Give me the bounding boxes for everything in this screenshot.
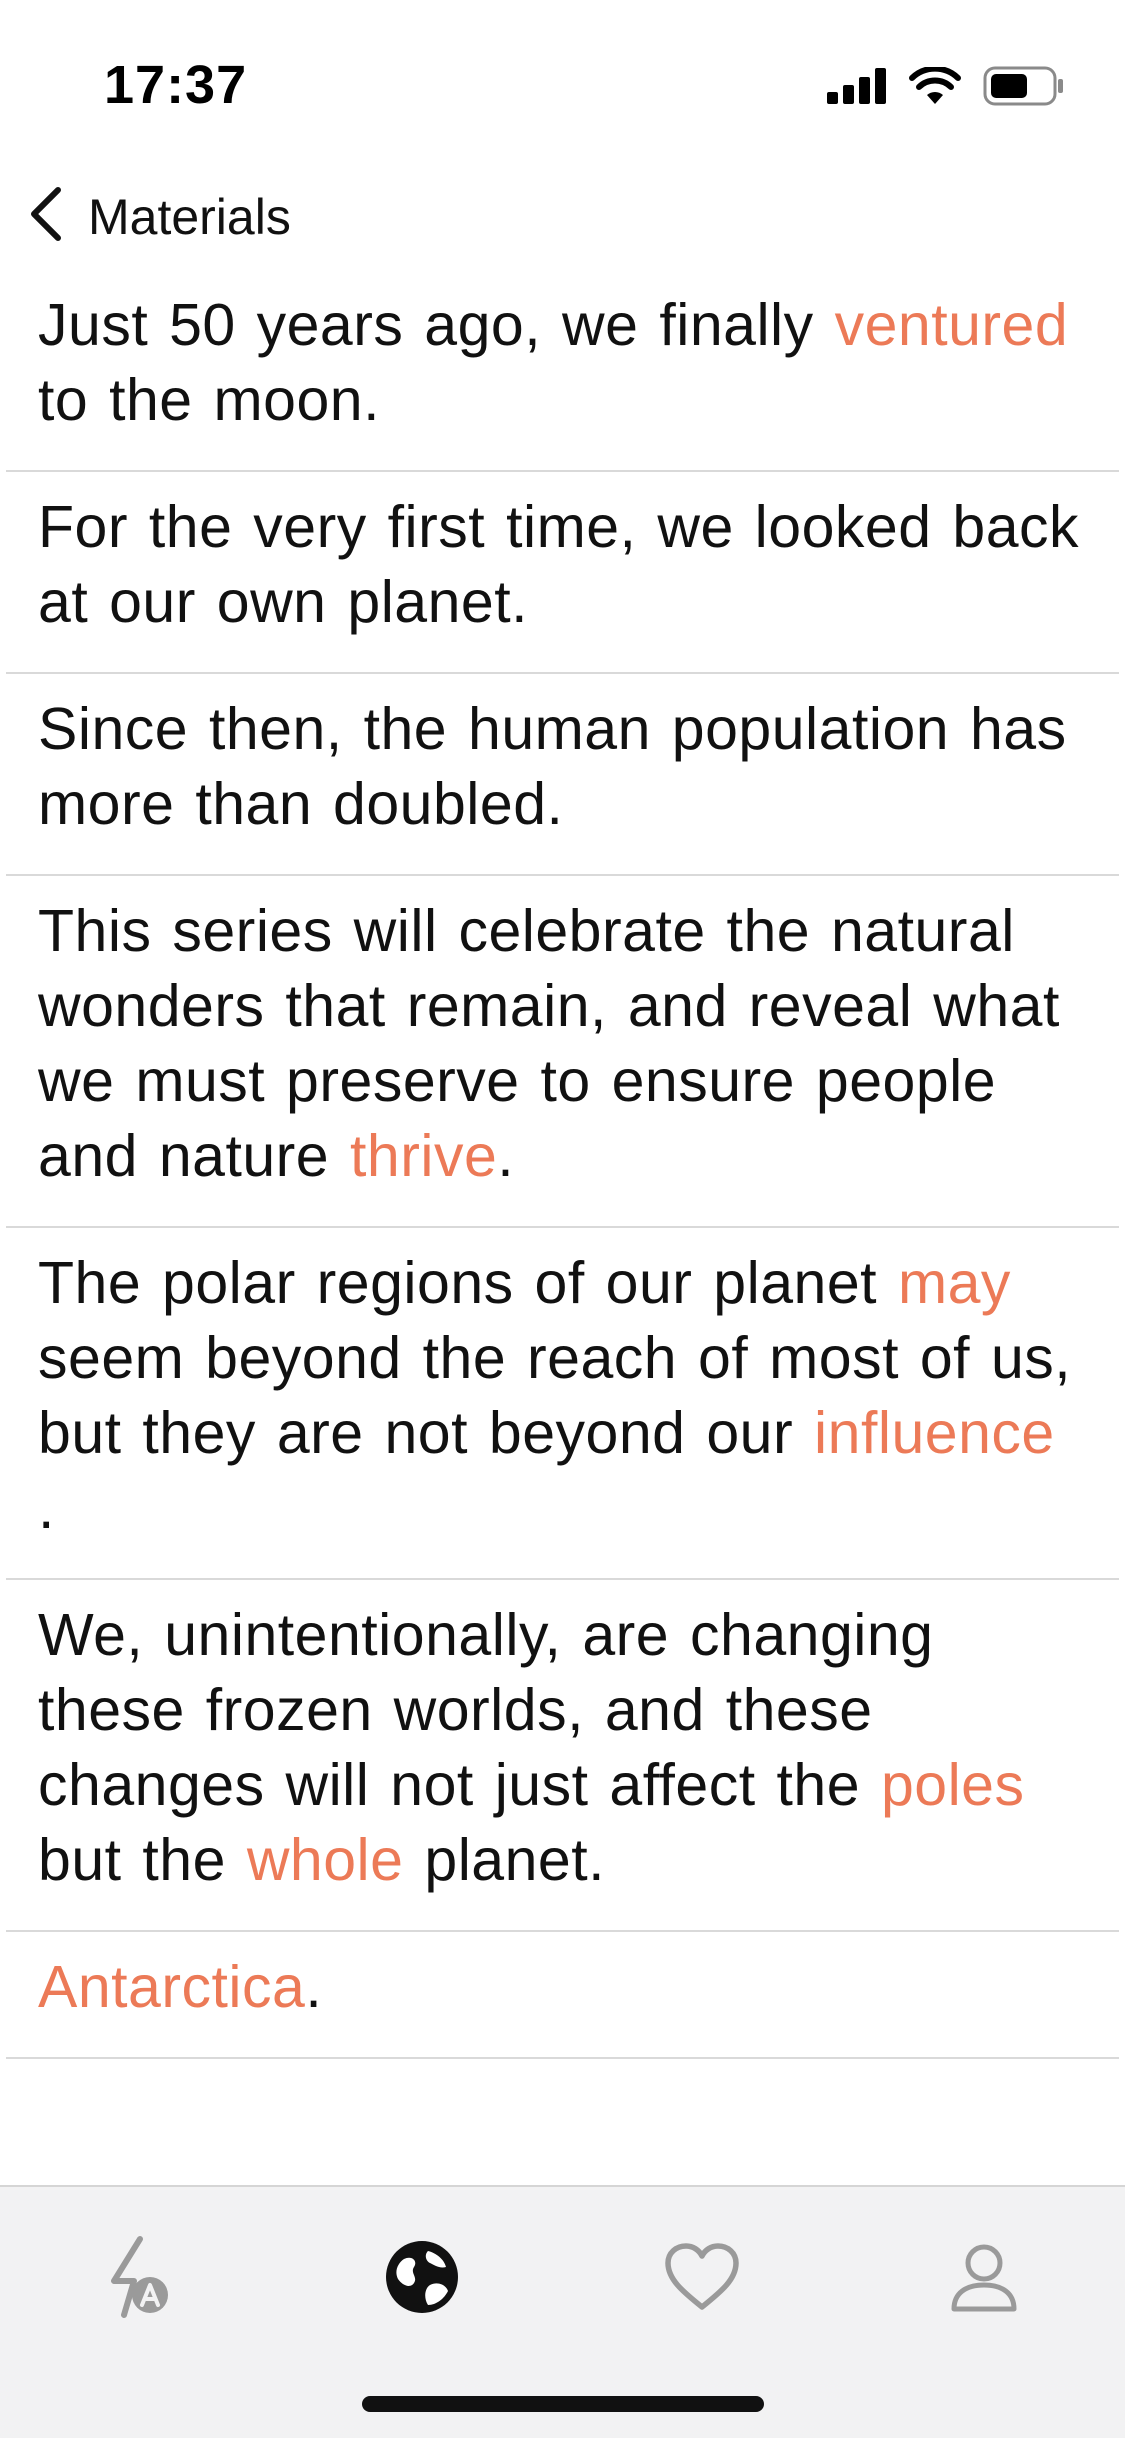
lightning-a-icon	[100, 2235, 180, 2324]
sentence-text: Since then, the human population has mor…	[38, 696, 1067, 837]
chevron-left-icon	[24, 184, 66, 249]
sentence-item[interactable]: Just 50 years ago, we finally ventured t…	[0, 270, 1125, 470]
sentence-item[interactable]: Since then, the human population has mor…	[0, 674, 1125, 874]
sentence-item[interactable]: Antarctica.	[0, 1932, 1125, 2057]
battery-icon	[983, 66, 1065, 111]
status-icons	[827, 65, 1065, 111]
highlighted-word[interactable]: whole	[247, 1827, 404, 1893]
sentence-text: .	[497, 1123, 515, 1189]
sentence-text: .	[38, 1475, 55, 1541]
cellular-signal-icon	[827, 68, 887, 109]
sentence-text: to the moon.	[38, 367, 380, 433]
highlighted-word[interactable]: thrive	[350, 1123, 497, 1189]
tab-favorites[interactable]	[652, 2229, 752, 2329]
globe-icon	[384, 2239, 460, 2320]
person-icon	[948, 2241, 1020, 2318]
sentence-item[interactable]: For the very first time, we looked back …	[0, 472, 1125, 672]
sentence-text: but the	[38, 1827, 247, 1893]
status-bar: 17:37	[0, 0, 1125, 170]
back-button[interactable]: Materials	[24, 184, 291, 249]
sentence-text: This series will celebrate the natural w…	[38, 898, 1060, 1189]
divider	[6, 2057, 1119, 2059]
sentence-item[interactable]: This series will celebrate the natural w…	[0, 876, 1125, 1226]
home-indicator	[362, 2396, 764, 2412]
sentence-text: We, unintentionally, are changing these …	[38, 1602, 934, 1818]
sentence-text: .	[305, 1954, 323, 2020]
highlighted-word[interactable]: influence	[814, 1400, 1055, 1466]
sentence-item[interactable]: We, unintentionally, are changing these …	[0, 1580, 1125, 1930]
wifi-icon	[909, 65, 961, 110]
sentence-text: The polar regions of our planet	[38, 1250, 898, 1316]
tab-explore[interactable]	[372, 2229, 472, 2329]
highlighted-word[interactable]: Antarctica	[38, 1954, 305, 2020]
back-label: Materials	[88, 188, 291, 245]
highlighted-word[interactable]: poles	[881, 1752, 1025, 1818]
sentence-list: Just 50 years ago, we finally ventured t…	[0, 270, 1125, 2185]
status-time: 17:37	[104, 55, 248, 115]
sentence-text: planet.	[403, 1827, 606, 1893]
sentence-item[interactable]: The polar regions of our planet may seem…	[0, 1228, 1125, 1578]
heart-icon	[662, 2241, 742, 2318]
highlighted-word[interactable]: ventured	[835, 292, 1069, 358]
sentence-text: Just 50 years ago, we finally	[38, 292, 835, 358]
highlighted-word[interactable]: may	[898, 1250, 1011, 1316]
sentence-text: For the very first time, we looked back …	[38, 494, 1080, 635]
tab-quick-learn[interactable]	[90, 2229, 190, 2329]
tab-profile[interactable]	[934, 2229, 1034, 2329]
